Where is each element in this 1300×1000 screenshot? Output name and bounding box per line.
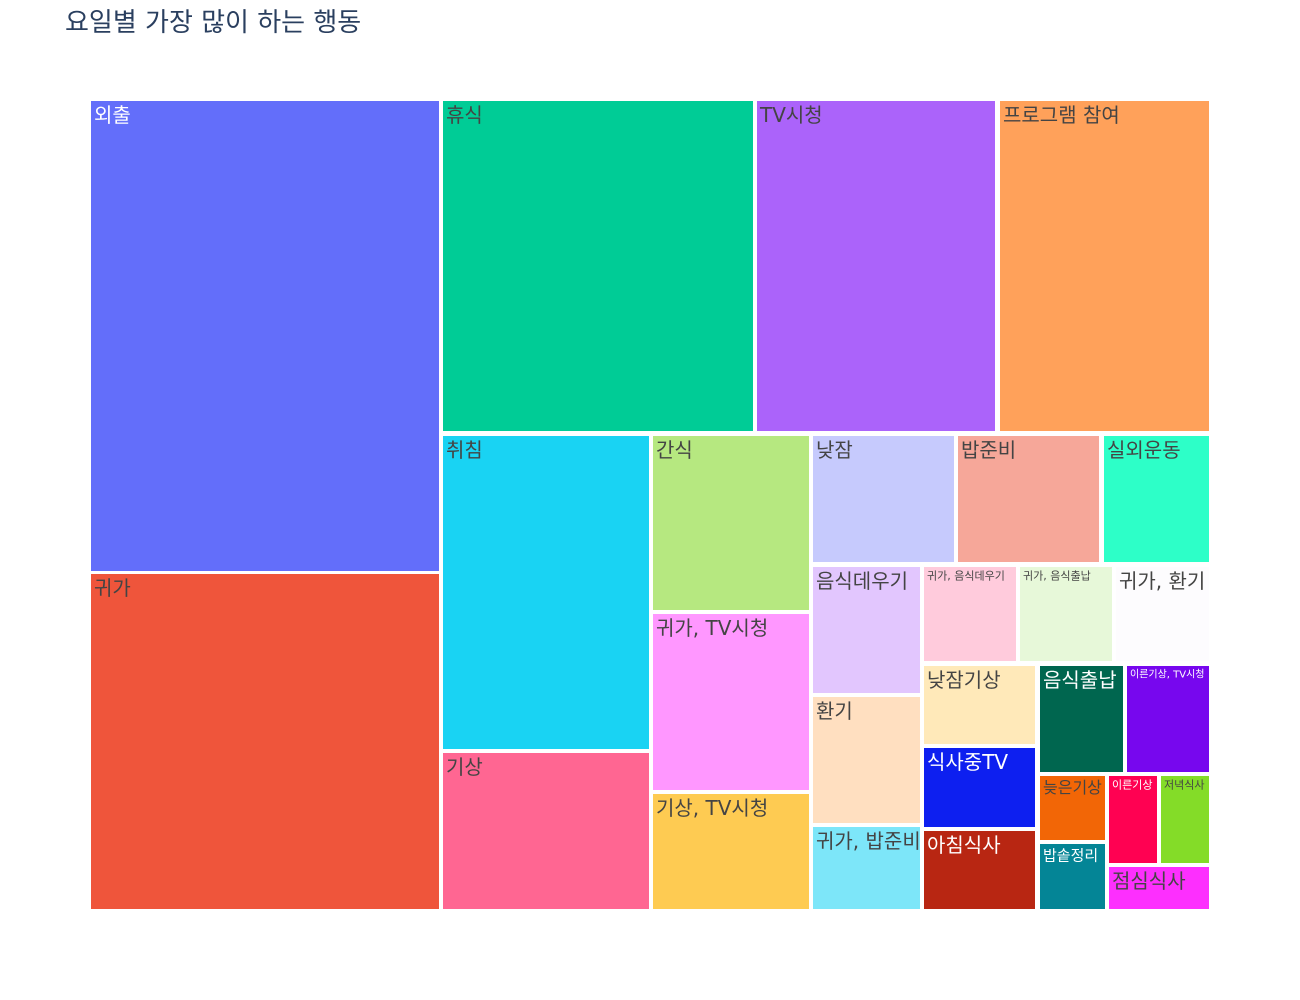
treemap-tile-rect[interactable] [443, 101, 753, 431]
treemap-tile[interactable]: 귀가, 환기 [1116, 567, 1209, 661]
treemap-tile[interactable]: 밥준비 [958, 436, 1099, 562]
treemap-tile-rect[interactable] [1000, 101, 1209, 431]
treemap-tile-rect[interactable] [91, 101, 439, 571]
treemap-tile-label: 식사중TV [927, 750, 1008, 774]
treemap-tile-label: 기상 [446, 755, 483, 779]
treemap-tile[interactable]: 환기 [813, 697, 920, 823]
treemap-tile[interactable]: 귀가, TV시청 [653, 614, 809, 790]
treemap-tile-label: 음식데우기 [816, 569, 908, 593]
treemap-tile-rect[interactable] [653, 436, 809, 610]
treemap-tile[interactable]: 아침식사 [924, 831, 1035, 909]
treemap-tile[interactable]: 식사중TV [924, 748, 1035, 827]
treemap-tile[interactable]: 기상, TV시청 [653, 794, 809, 909]
treemap-tile-rect[interactable] [91, 574, 439, 909]
treemap-tile-rect[interactable] [757, 101, 995, 431]
treemap-tile-label: 취침 [446, 438, 483, 462]
treemap-tile-label: 이른기상 [1112, 778, 1152, 791]
treemap-tile-label: 귀가 [94, 576, 131, 600]
treemap-tile-label: 밥준비 [961, 438, 1016, 462]
treemap-tile[interactable]: 기상 [443, 753, 649, 909]
treemap-tile[interactable]: 음식출납 [1040, 666, 1123, 772]
treemap-tile-label: 귀가, 밥준비 [816, 829, 921, 853]
treemap-tile-label: 기상, TV시청 [656, 796, 768, 820]
treemap-tile[interactable]: 귀가, 밥준비 [813, 827, 921, 909]
treemap-tile-label: 아침식사 [927, 833, 1001, 857]
treemap-tile-label: TV시청 [759, 103, 823, 127]
treemap-tile-label: 간식 [656, 438, 693, 462]
treemap-tile[interactable]: 저녁식사 [1161, 776, 1209, 863]
treemap-tile[interactable]: 밥솥정리 [1040, 844, 1105, 909]
treemap-tile[interactable]: 외출 [91, 101, 439, 571]
treemap-tile-label: 이른기상, TV시청 [1130, 669, 1205, 681]
treemap-tile-label: 점심식사 [1112, 869, 1186, 893]
treemap-tile-label: 프로그램 참여 [1003, 103, 1120, 127]
treemap-tile-label: 늦은기상 [1043, 778, 1102, 797]
treemap-tile-label: 귀가, 음식데우기 [927, 569, 1005, 582]
treemap-tile-label: 낮잠 [816, 438, 853, 462]
treemap-tile-label: 휴식 [446, 103, 483, 127]
treemap-tile-rect[interactable] [443, 436, 649, 749]
treemap-tile[interactable]: 낮잠 [813, 436, 954, 562]
treemap-tile[interactable]: 이른기상 [1109, 776, 1157, 863]
treemap-tile-label: 귀가, TV시청 [656, 616, 768, 640]
treemap-tile[interactable]: 귀가, 음식데우기 [924, 567, 1016, 661]
treemap-tile[interactable]: 간식 [653, 436, 809, 610]
treemap-tile[interactable]: 귀가 [91, 574, 439, 909]
treemap-tile[interactable]: 늦은기상 [1040, 776, 1105, 840]
treemap-tile-label: 음식출납 [1043, 668, 1117, 692]
treemap-chart: 외출귀가 휴식 TV시청 프로그램 참여취침기상 간식귀가, TV시청기상, TV시청 낮… [91, 101, 1209, 909]
treemap-tile[interactable]: 실외운동 [1104, 436, 1209, 562]
treemap-tile-rect[interactable] [653, 614, 809, 790]
treemap-tile-label: 실외운동 [1107, 438, 1181, 462]
treemap-tile-label: 귀가, 음식출납 [1023, 569, 1091, 582]
treemap-tile[interactable]: 프로그램 참여 [1000, 101, 1209, 431]
treemap-tile[interactable]: 음식데우기 [813, 567, 920, 693]
treemap-tile[interactable]: 점심식사 [1109, 867, 1209, 909]
treemap-tile-label: 밥솥정리 [1043, 846, 1098, 864]
treemap-tile-rect[interactable] [1127, 666, 1209, 772]
treemap-tile[interactable]: 귀가, 음식출납 [1020, 567, 1112, 661]
treemap-tile[interactable]: 취침 [443, 436, 649, 749]
treemap-tile-label: 저녁식사 [1164, 778, 1204, 791]
treemap-tile[interactable]: 낮잠기상 [924, 666, 1035, 744]
treemap-tile-label: 외출 [94, 103, 131, 127]
treemap-tile[interactable]: TV시청 [757, 101, 995, 431]
treemap-tile-label: 낮잠기상 [927, 668, 1001, 692]
treemap-tile[interactable]: 휴식 [443, 101, 753, 431]
treemap-tile-label: 환기 [816, 699, 853, 723]
treemap-tile-label: 귀가, 환기 [1119, 569, 1205, 593]
treemap-tile[interactable]: 이른기상, TV시청 [1127, 666, 1209, 772]
